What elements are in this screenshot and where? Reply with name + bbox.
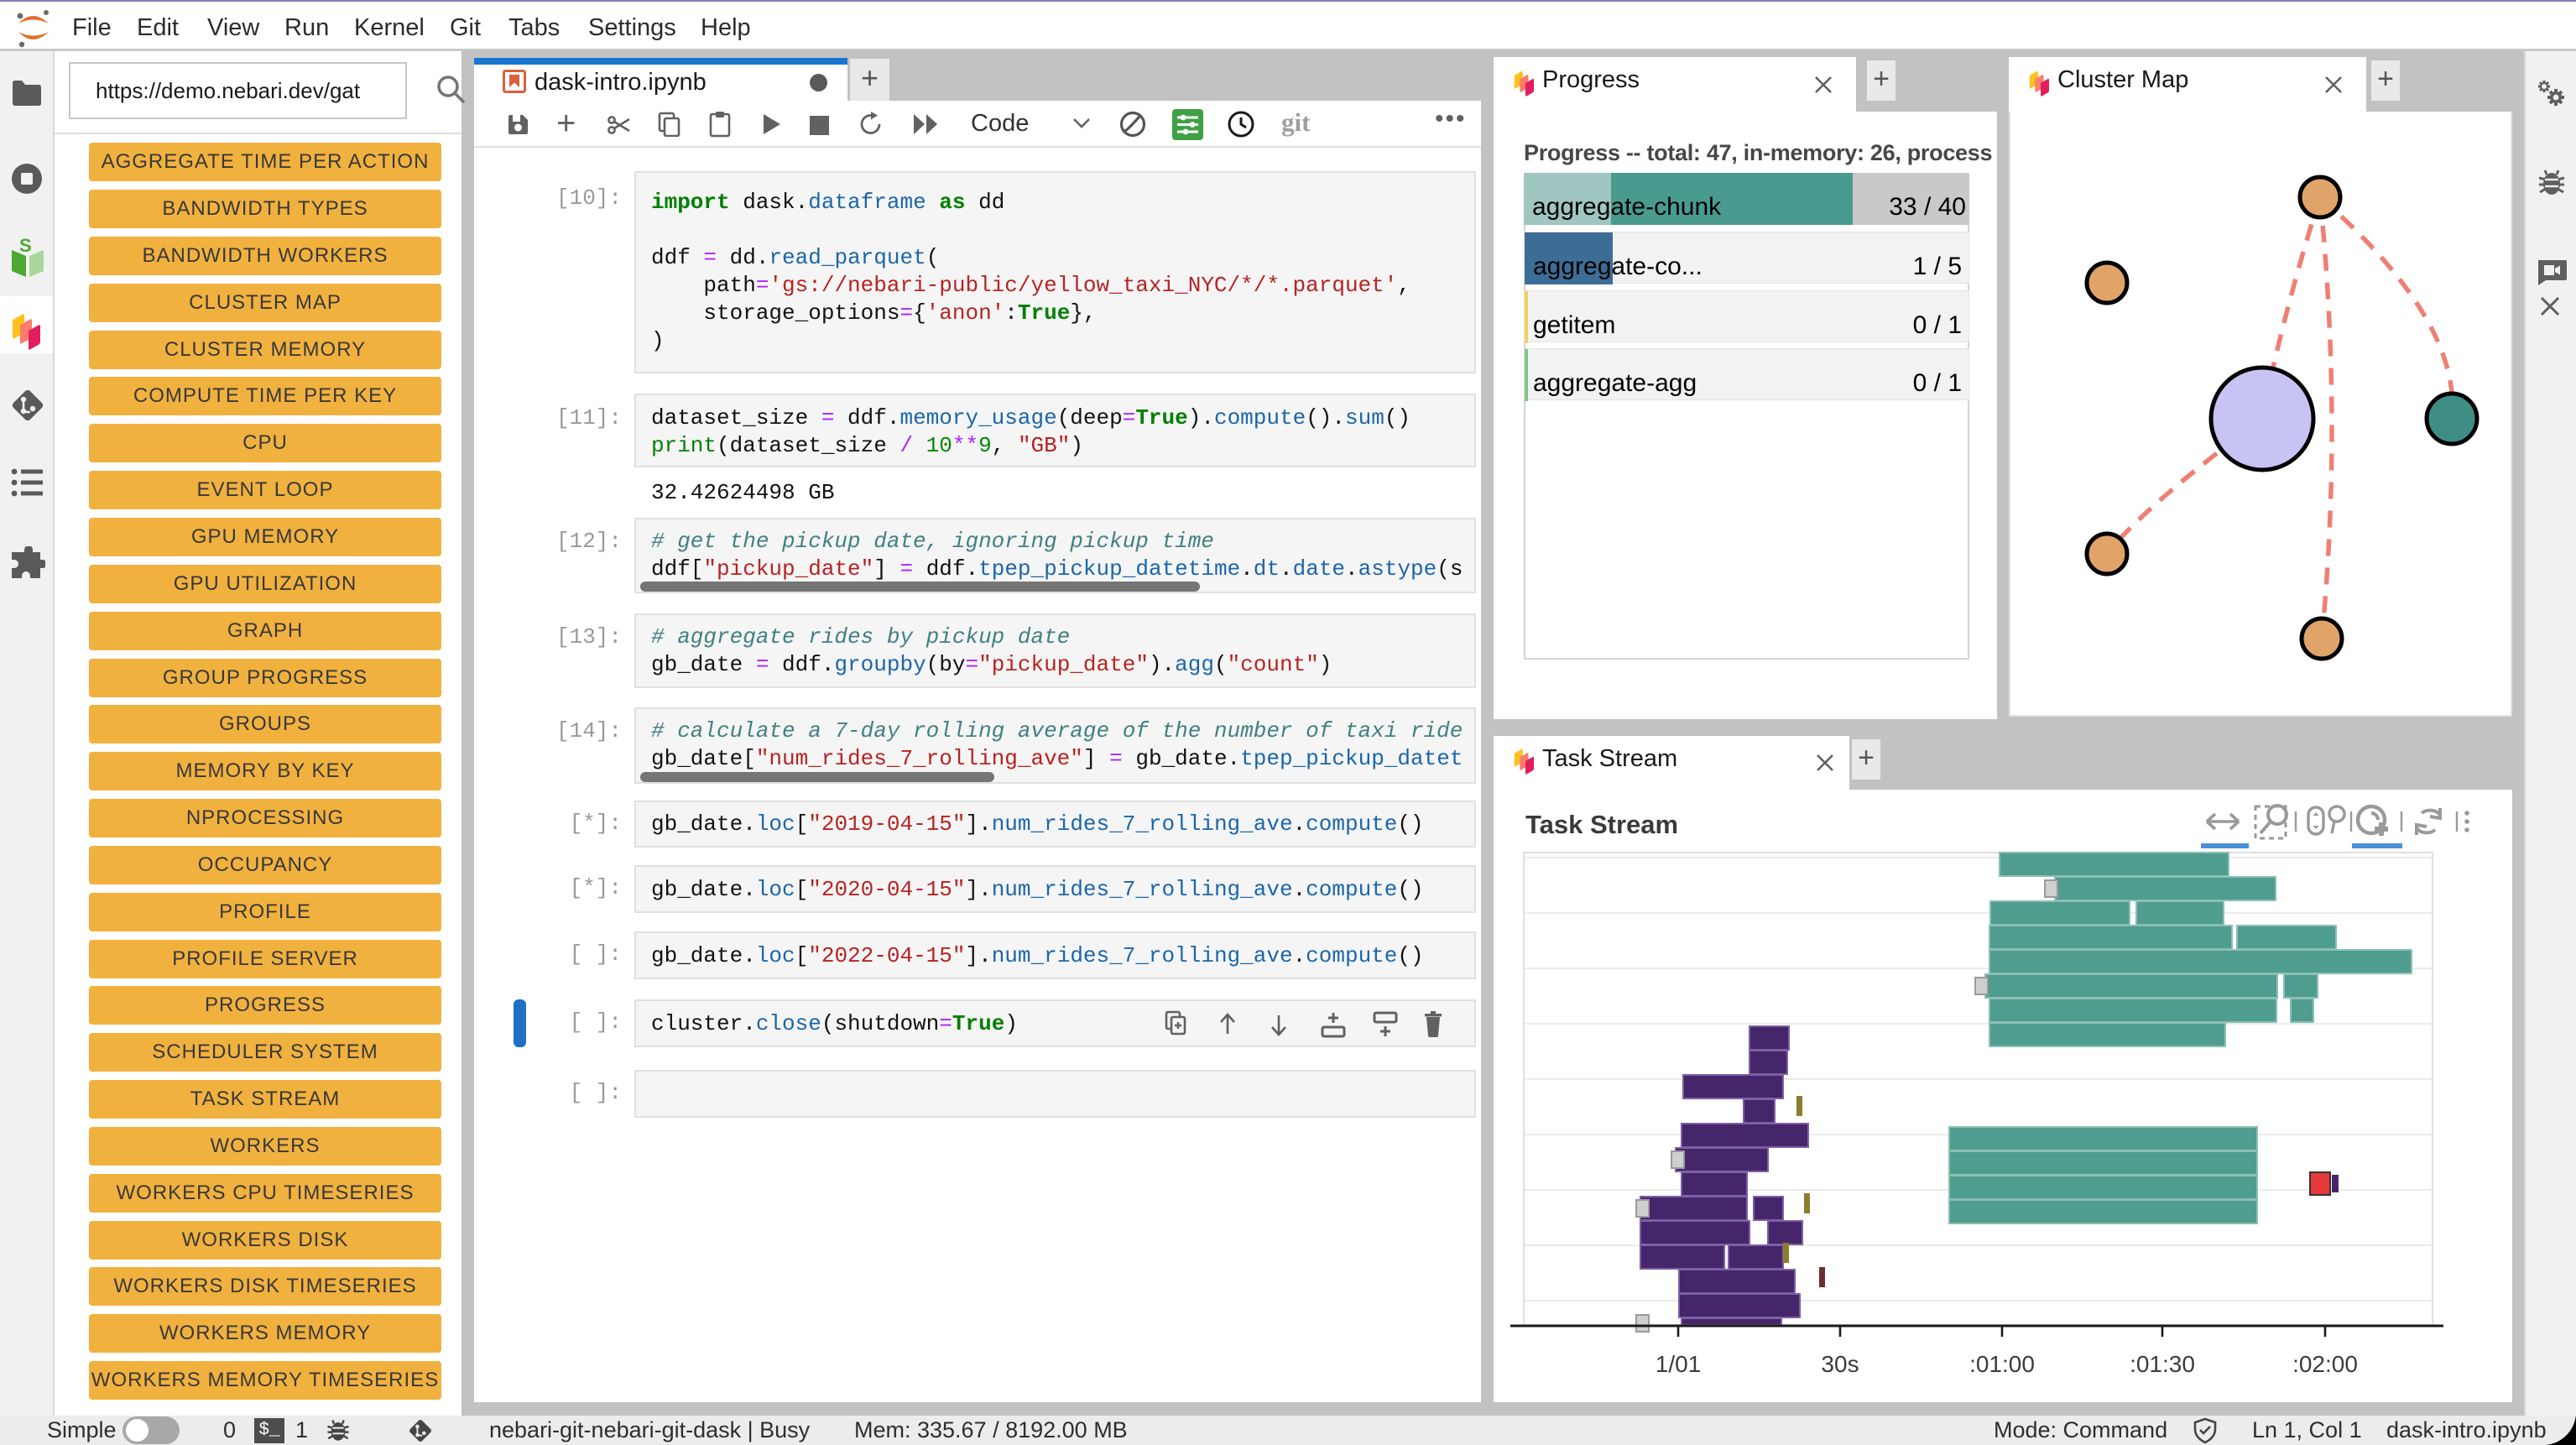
svg-text:S: S [19, 237, 32, 256]
svg-text::01:00: :01:00 [1969, 1351, 2035, 1377]
svg-text:30s: 30s [1821, 1351, 1859, 1377]
svg-text::01:30: :01:30 [2130, 1351, 2195, 1377]
svg-text:1/01: 1/01 [1656, 1351, 1702, 1377]
svg-text::02:00: :02:00 [2292, 1351, 2358, 1377]
